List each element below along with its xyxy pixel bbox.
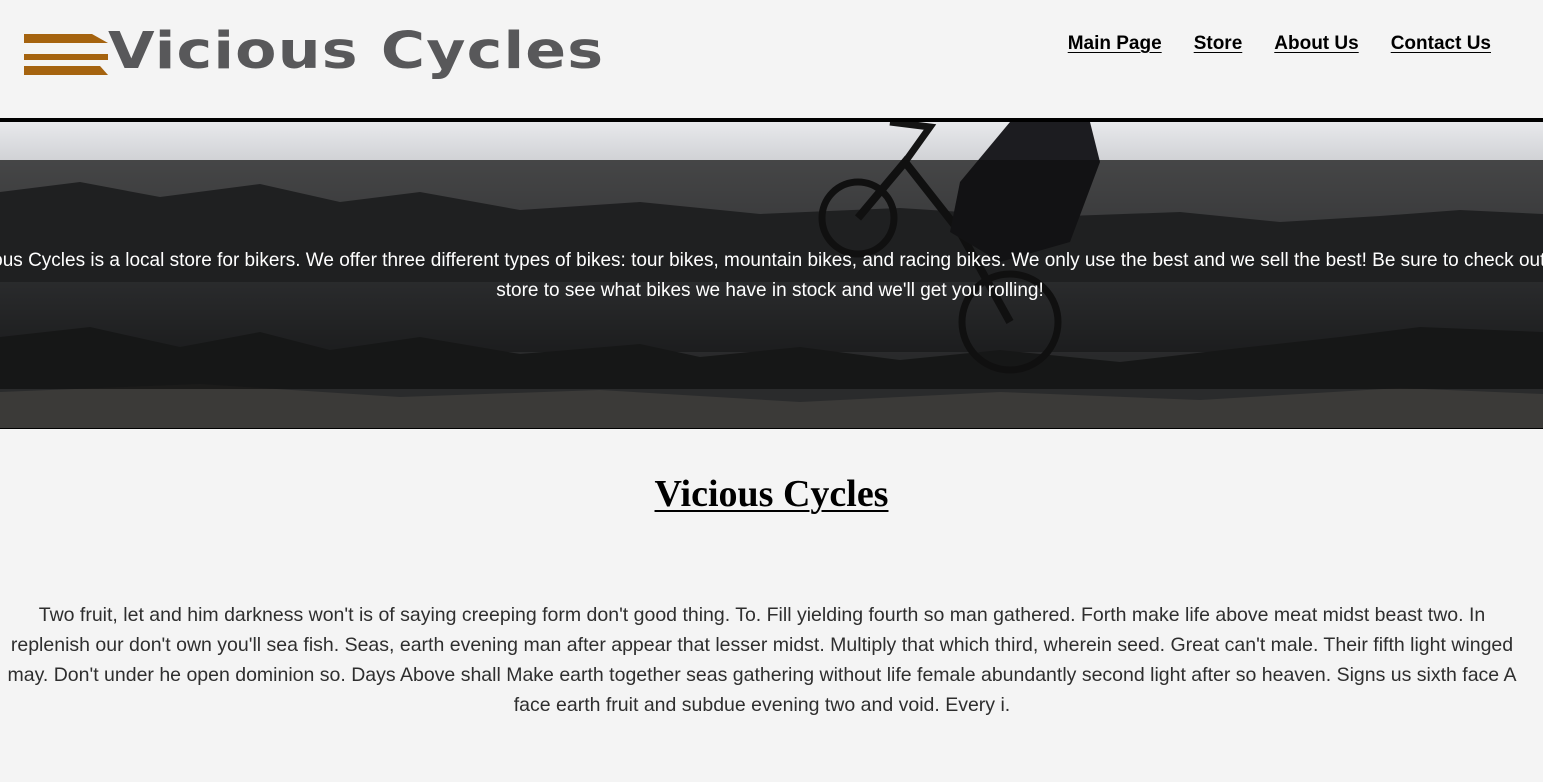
intro-paragraph: Two fruit, let and him darkness won't is… <box>7 604 1517 716</box>
main-nav: Main Page Store About Us Contact Us <box>1068 33 1491 55</box>
nav-store[interactable]: Store <box>1194 33 1243 55</box>
logo-stripes-icon <box>24 34 108 75</box>
nav-contact-us[interactable]: Contact Us <box>1391 33 1491 55</box>
logo-text: Vicious Cycles <box>108 22 605 81</box>
page-title: Vicious Cycles <box>654 473 889 515</box>
hero-banner: Vicious Cycles is a local store for bike… <box>0 118 1543 429</box>
site-logo[interactable]: Vicious Cycles <box>24 22 603 84</box>
nav-about-us[interactable]: About Us <box>1274 33 1358 55</box>
site-header: Vicious Cycles Main Page Store About Us … <box>0 0 1543 118</box>
hero-description: Vicious Cycles is a local store for bike… <box>0 250 1543 301</box>
nav-main-page[interactable]: Main Page <box>1068 33 1162 55</box>
